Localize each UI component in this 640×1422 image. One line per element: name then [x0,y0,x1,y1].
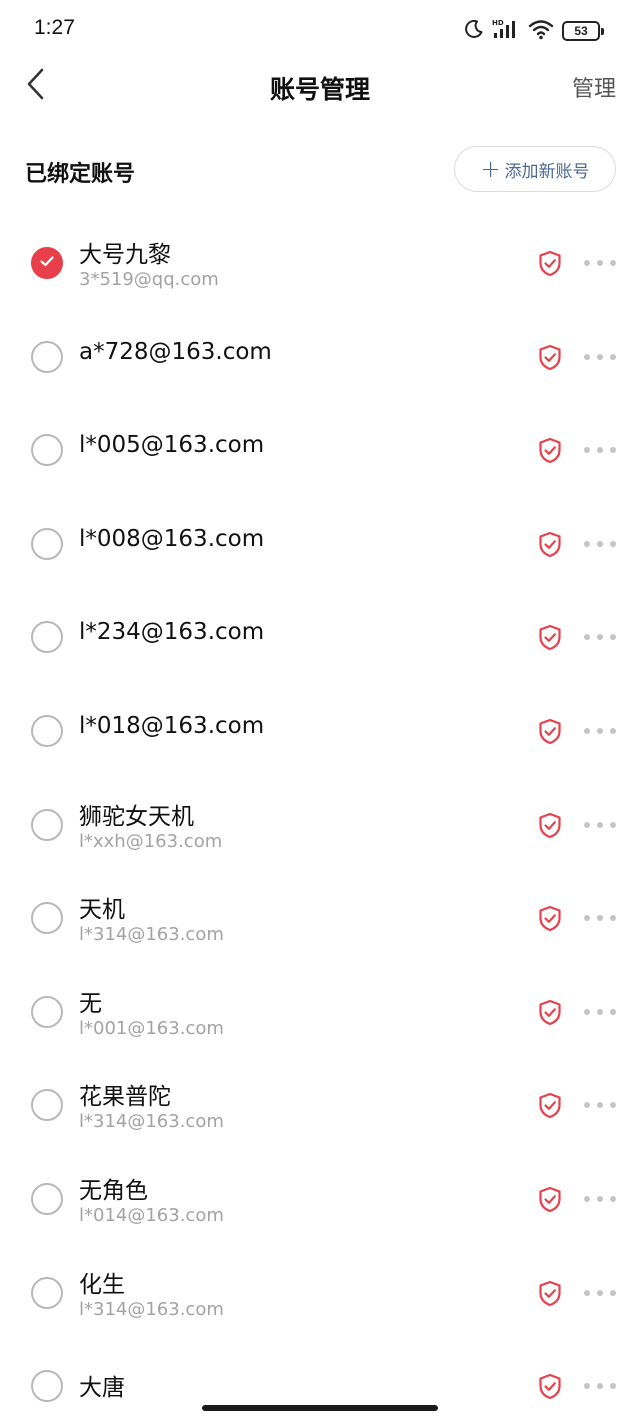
more-icon[interactable] [584,253,616,273]
account-name: l*234@163.com [79,619,265,646]
manage-button[interactable]: 管理 [572,71,616,103]
account-name: 狮驼女天机 [79,803,194,830]
account-email: l*314@163.com [79,1298,224,1320]
select-radio[interactable] [31,247,63,279]
shield-check-icon[interactable] [538,531,562,558]
svg-text:HD: HD [492,19,504,27]
account-name: 化生 [79,1271,125,1298]
account-row[interactable]: 化生 l*314@163.com [0,1246,640,1340]
select-radio[interactable] [31,1089,63,1122]
select-radio[interactable] [31,1370,63,1403]
select-radio[interactable] [31,714,63,747]
account-row[interactable]: 花果普陀 l*314@163.com [0,1058,640,1152]
account-email: l*014@163.com [79,1204,224,1226]
more-icon[interactable] [584,1189,616,1209]
shield-check-icon[interactable] [538,624,562,651]
account-name: a*728@163.com [79,338,272,365]
checkmark-icon [38,252,56,274]
shield-check-icon[interactable] [538,999,562,1026]
more-icon[interactable] [584,1376,616,1396]
select-radio[interactable] [31,621,63,654]
account-row[interactable]: l*005@163.com [0,403,640,497]
account-name: 大唐 [79,1375,125,1402]
more-icon[interactable] [584,721,616,741]
more-icon[interactable] [584,815,616,835]
shield-check-icon[interactable] [538,1186,562,1213]
shield-check-icon[interactable] [538,1280,562,1307]
select-radio[interactable] [31,995,63,1028]
account-name: l*008@163.com [79,525,265,552]
account-name: l*005@163.com [79,432,265,459]
select-radio[interactable] [31,527,63,560]
add-account-button[interactable]: + 添加新账号 [454,146,616,192]
account-name: l*018@163.com [79,712,265,739]
shield-check-icon[interactable] [538,1373,562,1400]
shield-check-icon[interactable] [538,437,562,464]
status-time: 1:27 [34,16,75,39]
moon-icon [464,19,484,43]
account-email: l*001@163.com [79,1017,224,1039]
account-list: 大号九黎 3*519@qq.com a*728@163.com l*005@163.c… [0,216,640,1422]
home-indicator[interactable] [202,1405,438,1411]
account-email: l*314@163.com [79,924,224,946]
account-email: l*314@163.com [79,1111,224,1133]
account-name: 无 [79,990,102,1017]
section-header: 已绑定账号 + 添加新账号 [0,146,640,194]
account-row[interactable]: l*008@163.com [0,497,640,591]
battery-level: 53 [574,24,588,38]
account-row[interactable]: 无 l*001@163.com [0,965,640,1059]
account-row[interactable]: a*728@163.com [0,310,640,404]
plus-icon: + [480,155,501,183]
account-row[interactable]: 狮驼女天机 l*xxh@163.com [0,778,640,872]
account-email: l*xxh@163.com [79,830,223,852]
shield-check-icon[interactable] [538,1092,562,1119]
add-account-label: 添加新账号 [504,161,590,182]
account-name: 大号九黎 [79,242,171,268]
account-email: 3*519@qq.com [79,269,219,290]
section-title: 已绑定账号 [25,162,136,187]
account-name: 花果普陀 [79,1084,171,1111]
account-row[interactable]: 大号九黎 3*519@qq.com [0,216,640,310]
status-bar: 1:27 HD 53 [0,0,640,60]
shield-check-icon[interactable] [538,718,562,745]
more-icon[interactable] [584,440,616,460]
more-icon[interactable] [584,908,616,928]
battery-icon: 53 [562,21,604,41]
shield-check-icon[interactable] [538,344,562,371]
page-title: 账号管理 [269,75,370,104]
more-icon[interactable] [584,534,616,554]
account-row[interactable]: l*234@163.com [0,590,640,684]
account-row[interactable]: l*018@163.com [0,684,640,778]
select-radio[interactable] [31,1276,63,1309]
account-row[interactable]: 天机 l*314@163.com [0,871,640,965]
shield-check-icon[interactable] [538,250,562,277]
select-radio[interactable] [31,1182,63,1215]
more-icon[interactable] [584,1002,616,1022]
more-icon[interactable] [584,1283,616,1303]
select-radio[interactable] [31,340,63,373]
status-icons: HD 53 [464,18,604,44]
account-name: 无角色 [79,1177,148,1204]
account-row[interactable]: 无角色 l*014@163.com [0,1152,640,1246]
account-name: 天机 [79,897,125,924]
shield-check-icon[interactable] [538,905,562,932]
nav-bar: 账号管理 管理 [0,60,640,114]
hd-signal-icon: HD [492,18,520,44]
select-radio[interactable] [31,808,63,841]
shield-check-icon[interactable] [538,812,562,839]
more-icon[interactable] [584,1095,616,1115]
select-radio[interactable] [31,902,63,935]
more-icon[interactable] [584,627,616,647]
select-radio[interactable] [31,434,63,467]
wifi-icon [528,18,554,44]
more-icon[interactable] [584,347,616,367]
